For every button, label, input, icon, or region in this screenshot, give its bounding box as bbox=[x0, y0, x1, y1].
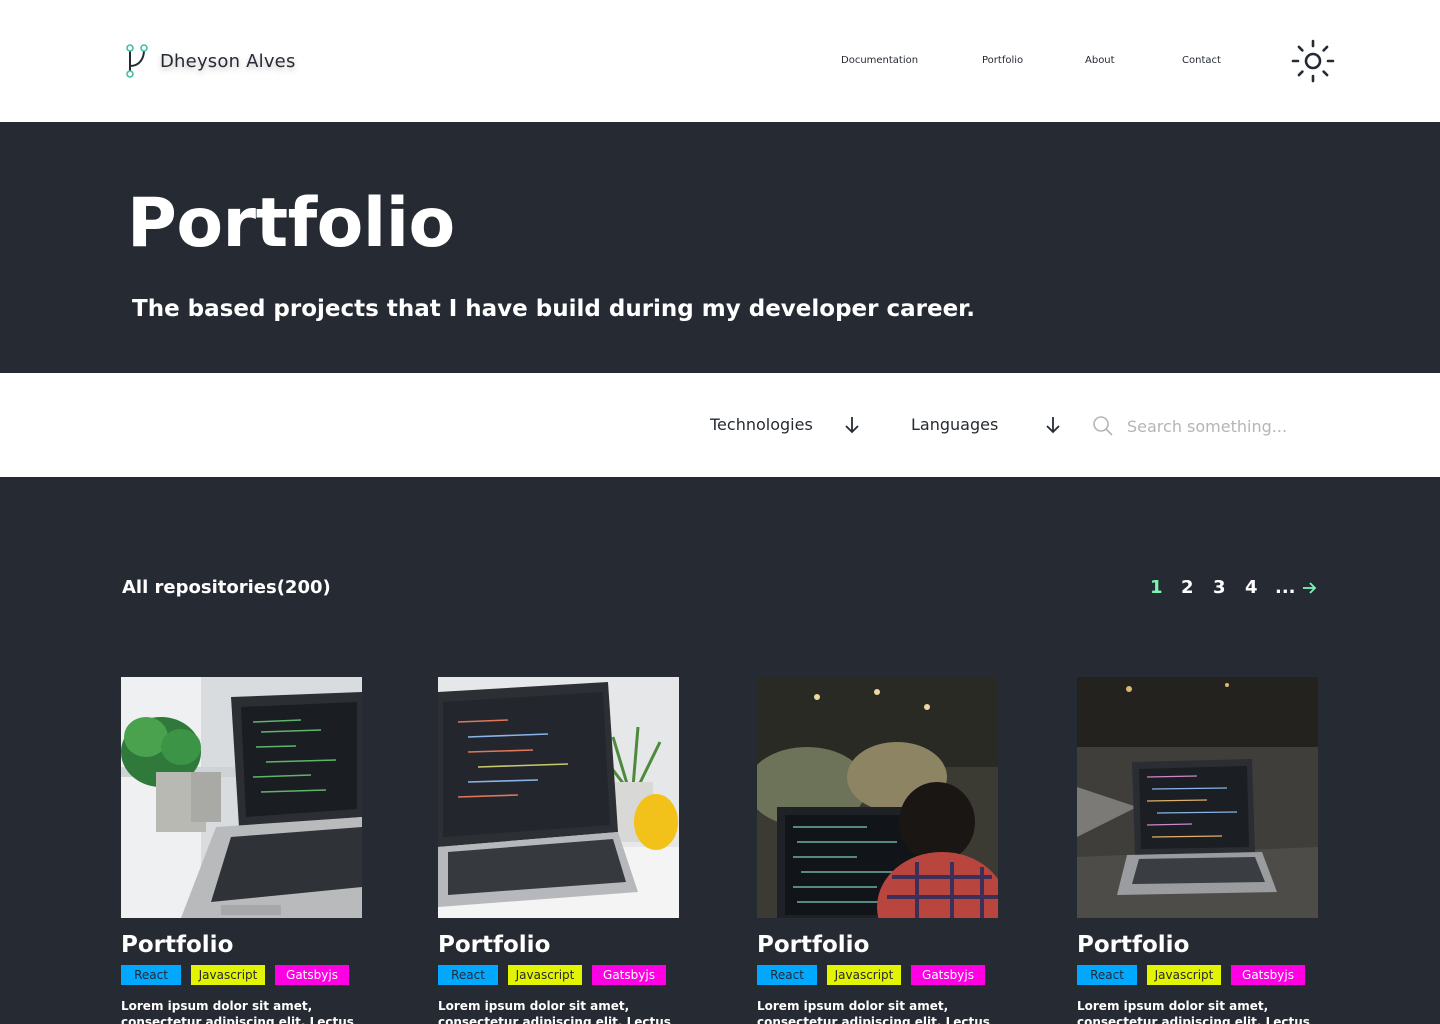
repo-card[interactable]: Portfolio React Javascript Gatsbyjs Lore… bbox=[438, 677, 679, 1024]
page-2[interactable]: 2 bbox=[1181, 577, 1194, 598]
card-description: Lorem ipsum dolor sit amet, consectetur … bbox=[121, 999, 354, 1024]
card-description: Lorem ipsum dolor sit amet, consectetur … bbox=[757, 999, 990, 1024]
page-title: Portfolio bbox=[127, 184, 455, 263]
repo-card[interactable]: Portfolio React Javascript Gatsbyjs Lore… bbox=[757, 677, 998, 1024]
tag-list: React Javascript Gatsbyjs bbox=[438, 965, 679, 985]
card-title[interactable]: Portfolio bbox=[438, 930, 679, 960]
page-3[interactable]: 3 bbox=[1213, 577, 1226, 598]
card-title[interactable]: Portfolio bbox=[1077, 930, 1318, 960]
nav-about[interactable]: About bbox=[1085, 55, 1115, 66]
tag-gatsbyjs[interactable]: Gatsbyjs bbox=[592, 965, 666, 985]
arrow-down-icon[interactable] bbox=[1043, 415, 1063, 435]
languages-label: Languages bbox=[911, 415, 999, 434]
page-1[interactable]: 1 bbox=[1150, 577, 1163, 598]
tag-gatsbyjs[interactable]: Gatsbyjs bbox=[911, 965, 985, 985]
search-icon bbox=[1093, 416, 1113, 436]
tag-gatsbyjs[interactable]: Gatsbyjs bbox=[1231, 965, 1305, 985]
card-description: Lorem ipsum dolor sit amet, consectetur … bbox=[1077, 999, 1310, 1024]
page-subtitle: The based projects that I have build dur… bbox=[132, 296, 975, 322]
repo-card[interactable]: Portfolio React Javascript Gatsbyjs Lore… bbox=[121, 677, 362, 1024]
filter-bar: Technologies Languages bbox=[0, 373, 1440, 477]
technologies-dropdown[interactable]: Technologies bbox=[710, 415, 813, 434]
repo-card[interactable]: Portfolio React Javascript Gatsbyjs Lore… bbox=[1077, 677, 1318, 1024]
card-description: Lorem ipsum dolor sit amet, consectetur … bbox=[438, 999, 671, 1024]
sun-icon[interactable] bbox=[1290, 38, 1336, 84]
tag-gatsbyjs[interactable]: Gatsbyjs bbox=[275, 965, 349, 985]
tag-react[interactable]: React bbox=[438, 965, 498, 985]
card-image[interactable] bbox=[121, 677, 362, 918]
tag-javascript[interactable]: Javascript bbox=[508, 965, 582, 985]
languages-dropdown[interactable]: Languages bbox=[911, 415, 998, 434]
tag-javascript[interactable]: Javascript bbox=[191, 965, 265, 985]
tag-javascript[interactable]: Javascript bbox=[1147, 965, 1221, 985]
tag-list: React Javascript Gatsbyjs bbox=[1077, 965, 1318, 985]
brand[interactable]: Dheyson Alves bbox=[124, 44, 296, 78]
page-4[interactable]: 4 bbox=[1245, 577, 1258, 598]
nav-contact[interactable]: Contact bbox=[1182, 55, 1221, 66]
brand-name: Dheyson Alves bbox=[160, 50, 296, 72]
header: Dheyson Alves Documentation Portfolio Ab… bbox=[0, 0, 1440, 122]
nav-portfolio[interactable]: Portfolio bbox=[982, 55, 1023, 66]
arrow-down-icon[interactable] bbox=[842, 415, 862, 435]
tag-react[interactable]: React bbox=[757, 965, 817, 985]
tag-list: React Javascript Gatsbyjs bbox=[121, 965, 362, 985]
page-ellipsis[interactable]: ... bbox=[1275, 577, 1296, 598]
card-image[interactable] bbox=[438, 677, 679, 918]
card-title[interactable]: Portfolio bbox=[121, 930, 362, 960]
tag-react[interactable]: React bbox=[121, 965, 181, 985]
card-image[interactable] bbox=[757, 677, 998, 918]
repositories-title: All repositories(200) bbox=[122, 577, 331, 598]
brand-logo-icon bbox=[126, 44, 148, 78]
card-image[interactable] bbox=[1077, 677, 1318, 918]
tag-javascript[interactable]: Javascript bbox=[827, 965, 901, 985]
nav-documentation[interactable]: Documentation bbox=[841, 55, 918, 66]
hero: Portfolio The based projects that I have… bbox=[0, 122, 1440, 373]
card-title[interactable]: Portfolio bbox=[757, 930, 998, 960]
tag-list: React Javascript Gatsbyjs bbox=[757, 965, 998, 985]
search-input[interactable] bbox=[1127, 413, 1327, 439]
technologies-label: Technologies bbox=[710, 415, 813, 434]
tag-react[interactable]: React bbox=[1077, 965, 1137, 985]
arrow-right-icon[interactable] bbox=[1301, 580, 1317, 596]
